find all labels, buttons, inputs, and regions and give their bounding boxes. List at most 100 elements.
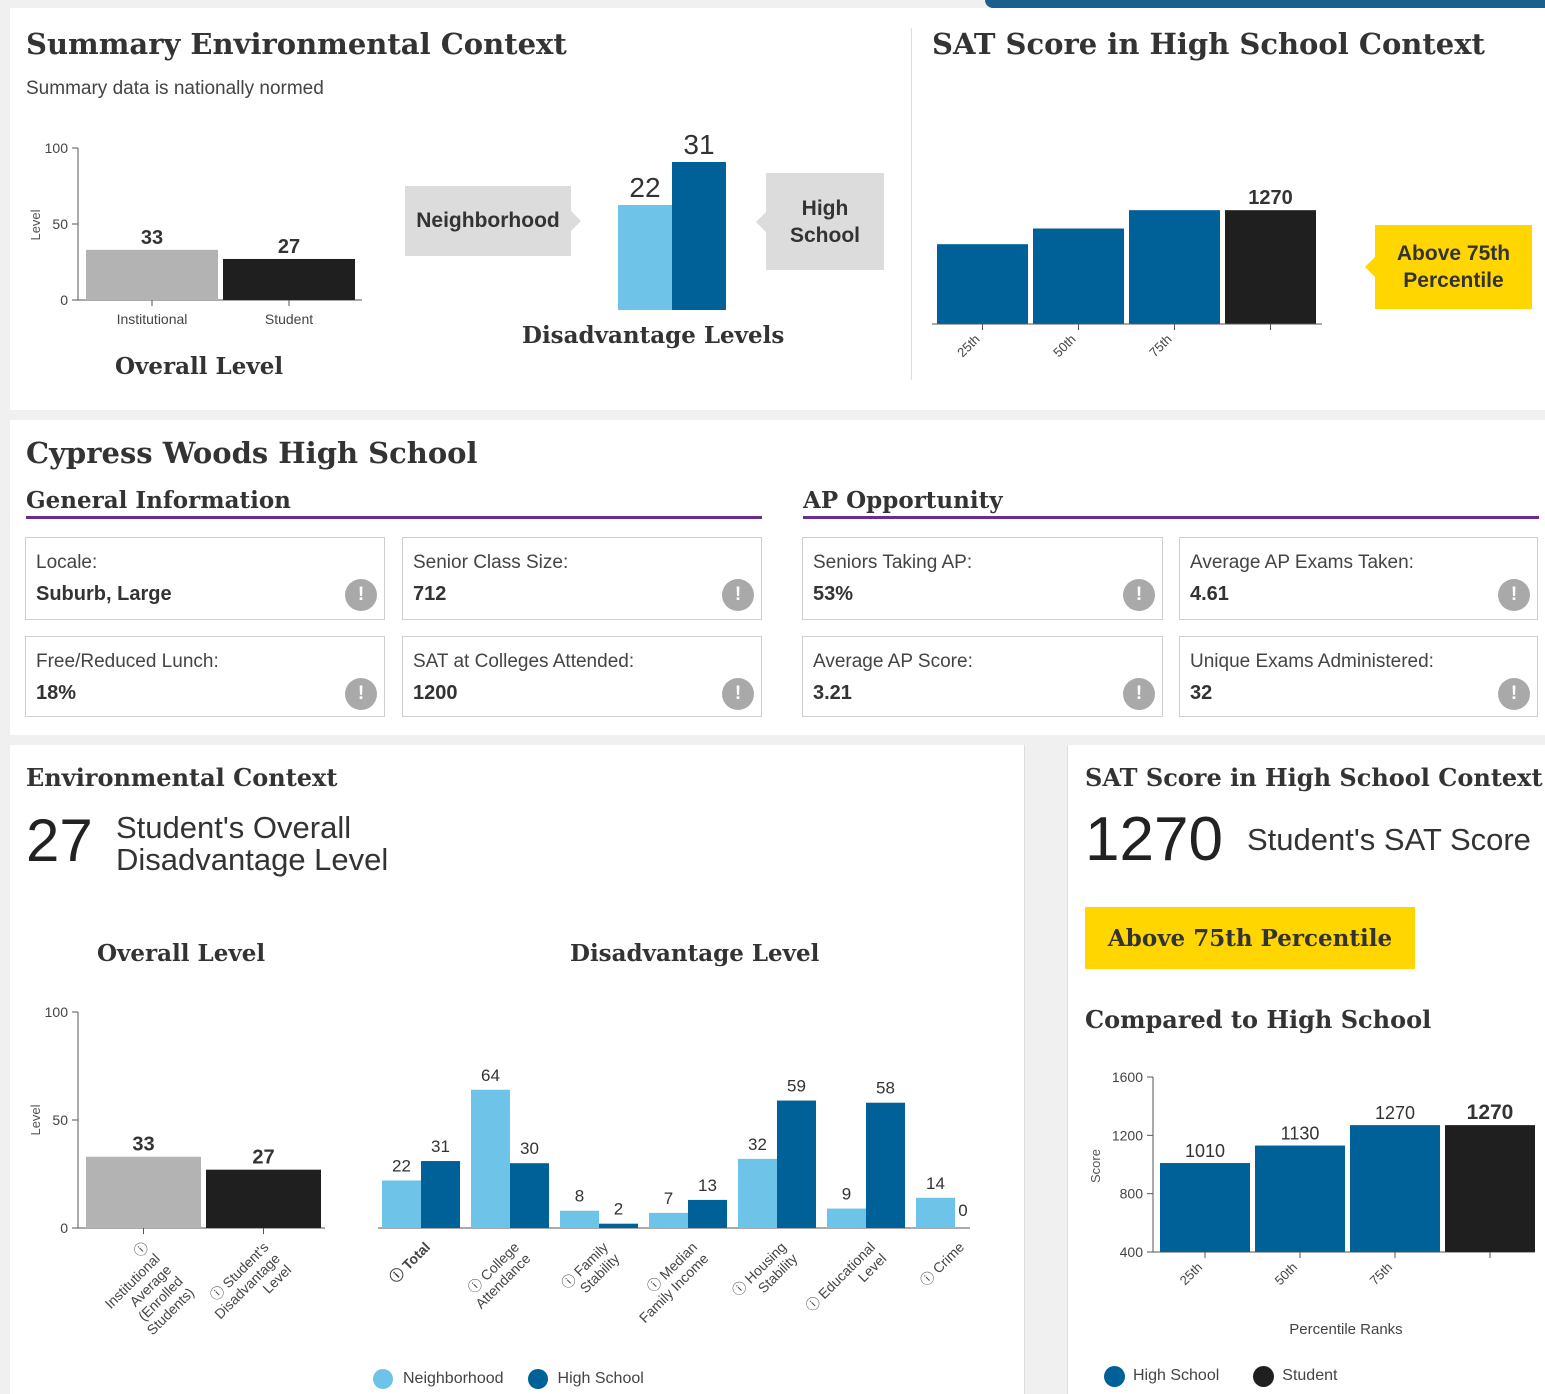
x-tick-label: 25th [954,332,983,361]
x-tick-label: Student [265,311,313,327]
bar-value-label: 30 [520,1139,539,1158]
info-card-value: 18% [36,682,77,704]
bar-neighborhood [827,1208,866,1228]
bar-high-school [688,1199,727,1228]
env-disadvantage-caption: Disadvantage Level [570,940,820,967]
bar-value-label: 9 [842,1185,851,1204]
x-tick-label: ⓘ Crime [917,1239,968,1290]
info-card-free-reduced-lunch: Free/Reduced Lunch: 18% ! [25,636,385,717]
legend-neighborhood-swatch [373,1369,393,1389]
info-icon[interactable]: ! [722,579,754,611]
bar-neighborhood [382,1180,421,1228]
y-tick-label: 1200 [1112,1127,1143,1143]
sat-title: SAT Score in High School Context [1085,763,1543,792]
bar-high-school [421,1161,460,1228]
y-tick-label: 0 [60,292,68,308]
sat-badge-text: Above 75th Percentile [1107,924,1393,952]
bar-value-label: 32 [748,1135,767,1154]
x-tick-label: ⓘ Student'sDisadvantageLevel [200,1239,295,1334]
bar-neighborhood [618,204,672,310]
bar-value-label: 1270 [1248,187,1293,209]
bar-institutional [86,1156,201,1228]
bar-value-label: 22 [392,1156,411,1175]
x-tick-label: ⓘ Total [386,1239,433,1286]
bar-50th [1033,228,1124,324]
bar-value-label: 64 [481,1066,500,1085]
bar-value-label: 14 [926,1174,945,1193]
env-overall-chart: Level 0 50 100 33 ⓘInstitutionalAverage(Enr… [28,1004,325,1346]
bar-neighborhood [471,1089,510,1228]
bar-value-label: 1130 [1281,1124,1320,1144]
info-card-value: 1200 [413,682,458,704]
info-card-value: 32 [1190,682,1213,704]
bar-25th [937,244,1028,324]
info-card-label: Free/Reduced Lunch: [36,651,219,672]
summary-sat-chart: 1270 25th 50th 75th [932,187,1322,361]
top-right-tab-strip [985,0,1545,8]
bar-student [1225,210,1316,324]
general-info-rule [26,516,762,519]
bar-neighborhood [560,1210,599,1228]
env-big-text-1: Student's Overall [116,810,352,845]
info-card-value: 53% [813,583,854,605]
bar-value-label: 1270 [1375,1103,1415,1123]
info-icon[interactable]: ! [1498,579,1530,611]
summary-overall-caption: Overall Level [115,353,284,380]
bar-value-label: 1270 [1467,1101,1514,1124]
x-tick-label: ⓘ FamilyStability [558,1239,623,1304]
y-tick-label: 800 [1120,1186,1144,1202]
x-tick-label-line: ⓘ Total [386,1239,433,1286]
info-icon[interactable]: ! [345,678,377,710]
x-tick-label: ⓘInstitutionalAverage(EnrolledStudents) [90,1239,197,1346]
env-title: Environmental Context [26,763,338,792]
sat-big-number: 1270 [1085,805,1223,874]
info-icon[interactable]: ! [722,678,754,710]
info-card-label: Average AP Score: [813,651,973,672]
high-school-callout: High School [766,173,884,270]
y-tick-label: 0 [60,1220,68,1236]
bar-value-label: 31 [431,1137,450,1156]
info-icon[interactable]: ! [345,579,377,611]
info-card-locale: Locale: Suburb, Large ! [25,537,385,620]
summary-title: Summary Environmental Context [26,27,567,61]
bar-value-label: 22 [629,172,660,203]
bar-high-school [599,1223,638,1228]
sat-legend: High School Student [1104,1364,1337,1388]
high-school-callout-text: High School [789,196,860,247]
env-big-number: 27 [26,807,93,874]
legend-high-school-label: High School [557,1370,644,1387]
y-tick-label: 50 [52,1112,68,1128]
x-tick-label: ⓘ CollegeAttendance [461,1239,534,1312]
summary-disadvantage-caption: Disadvantage Levels [522,322,785,349]
bar-high-school [866,1102,905,1228]
info-icon[interactable]: ! [1123,579,1155,611]
info-card-average-ap-score: Average AP Score: 3.21 ! [802,636,1163,717]
sat-big-text: Student's SAT Score [1247,822,1531,857]
bar-value-label: 33 [141,227,163,249]
neighborhood-callout-text: Neighborhood [416,209,560,232]
sat-compared-xlabel: Percentile Ranks [1289,1321,1402,1338]
bar-value-label: 33 [132,1134,154,1156]
info-card-label: Average AP Exams Taken: [1190,552,1414,573]
x-tick-label: 50th [1050,332,1079,361]
info-card-label: Unique Exams Administered: [1190,651,1434,672]
bar-value-label: 31 [683,129,714,160]
y-tick-label: 1600 [1112,1069,1143,1085]
info-card-average-ap-exams: Average AP Exams Taken: 4.61 ! [1179,537,1538,620]
info-icon[interactable]: ! [1123,678,1155,710]
legend-neighborhood-label: Neighborhood [403,1370,504,1387]
info-card-unique-exams: Unique Exams Administered: 32 ! [1179,636,1538,717]
info-card-label: Seniors Taking AP: [813,552,973,573]
y-tick-label: 100 [45,1004,69,1020]
x-tick-label: ⓘ MedianFamily Income [624,1239,711,1326]
bar-neighborhood [738,1158,777,1228]
neighborhood-callout-pointer [571,211,581,231]
env-overall-caption: Overall Level [97,940,266,967]
sat-compared-caption: Compared to High School [1085,1005,1432,1034]
bar-25th [1160,1163,1250,1252]
summary-overall-chart: Level 0 50 100 33 Institutional 27 Student [28,140,362,327]
info-icon[interactable]: ! [1498,678,1530,710]
x-tick-label: ⓘ EducationalLevel [802,1239,889,1326]
x-tick-label-line: ⓘ Crime [917,1239,968,1290]
env-legend: Neighborhood High School [373,1367,644,1391]
